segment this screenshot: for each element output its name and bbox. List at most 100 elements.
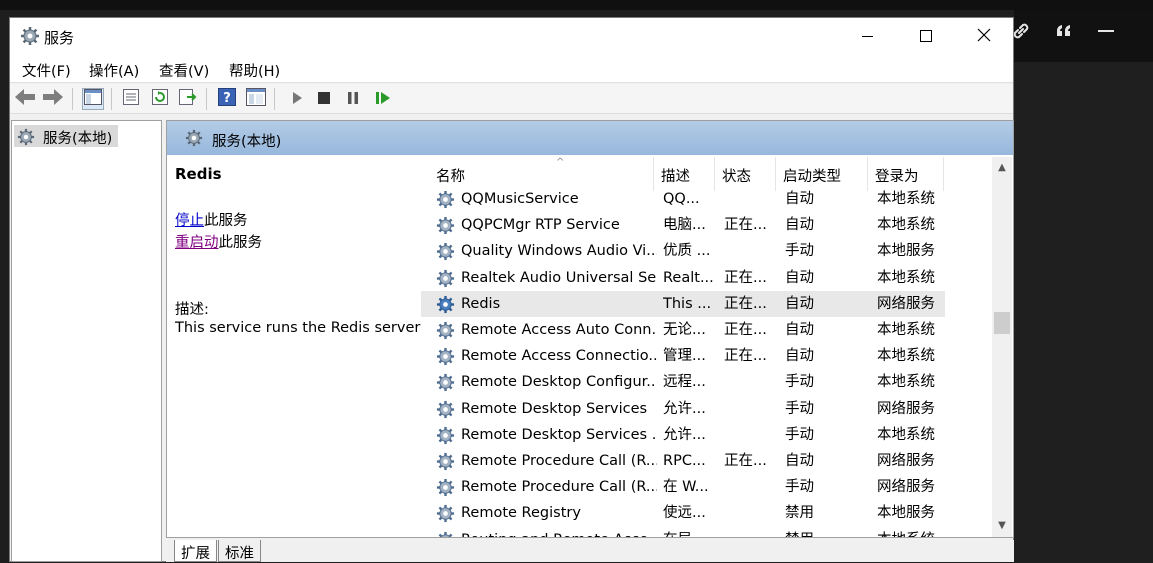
close-button[interactable]	[955, 18, 1013, 54]
refresh-button[interactable]	[149, 88, 171, 110]
cell-description: RPC...	[663, 453, 706, 469]
cell-description: Realt...	[663, 269, 714, 286]
tab-extended[interactable]: 扩展	[174, 540, 217, 562]
cell-name: QQMusicService	[461, 191, 579, 207]
cell-startup-type: 手动	[785, 374, 814, 391]
cell-name: Remote Procedure Call (R...	[461, 479, 657, 496]
cell-name: Remote Procedure Call (R...	[461, 453, 657, 469]
cell-status	[724, 238, 774, 264]
service-row[interactable]: Realtek Audio Universal Se... Realt... 正在.…	[421, 265, 945, 291]
menu-view[interactable]: 查看(V)	[159, 60, 209, 81]
view-button[interactable]	[245, 88, 267, 110]
scroll-up-icon[interactable]: ▲	[992, 159, 1012, 177]
cell-status: 正在...	[724, 348, 767, 365]
menu-help[interactable]: 帮助(H)	[229, 60, 280, 81]
maximize-icon	[920, 27, 932, 46]
restart-service-action: 重启动此服务	[175, 231, 262, 252]
toolbar-separator	[72, 88, 73, 110]
cell-name: Routing and Remote Acce...	[461, 527, 657, 537]
pause-button[interactable]	[342, 88, 364, 110]
cell-logon-as: 网络服务	[877, 453, 935, 469]
gear-icon	[185, 129, 203, 147]
service-row[interactable]: Redis This ... 正在... 自动 网络服务	[421, 290, 945, 317]
cell-status	[724, 396, 774, 422]
view-tabs: 扩展 标准	[166, 540, 1014, 562]
cell-logon-as: 网络服务	[877, 479, 935, 496]
gear-icon	[436, 269, 455, 288]
gear-icon	[436, 216, 455, 235]
tab-standard[interactable]: 标准	[218, 540, 261, 562]
service-row[interactable]: Remote Procedure Call (R... RPC... 正在... 自动…	[421, 448, 945, 474]
export-list-button[interactable]	[177, 88, 199, 110]
show-hide-tree-button[interactable]	[82, 88, 104, 110]
cell-name: Remote Desktop Configur...	[461, 374, 657, 391]
cell-startup-type: 自动	[785, 295, 814, 312]
refresh-icon	[151, 88, 169, 110]
start-icon	[290, 90, 304, 109]
services-window: 服务 文件(F) 操作(A) 查看(V) 帮助(H) ? 服务(本地) 服务(本…	[9, 17, 1014, 562]
maximize-button[interactable]	[897, 18, 955, 54]
service-row[interactable]: QQPCMgr RTP Service 电脑... 正在... 自动 本地系统	[421, 212, 945, 238]
properties-button[interactable]	[120, 88, 142, 110]
restart-link[interactable]: 重启动	[175, 235, 219, 251]
back-arrow-icon	[14, 88, 36, 110]
tree-item-services-local[interactable]: 服务(本地)	[14, 125, 118, 147]
cell-status	[724, 474, 774, 500]
service-row[interactable]: Remote Registry 使远... 禁用 本地服务	[421, 500, 945, 526]
cell-status	[724, 422, 774, 448]
gear-icon	[436, 347, 455, 366]
description-text: This service runs the Redis server	[175, 320, 421, 336]
gear-icon	[436, 190, 455, 209]
gear-icon	[436, 242, 455, 261]
help-button[interactable]: ?	[216, 88, 238, 110]
column-header-label: 名称	[436, 169, 465, 185]
cell-description: QQ...	[663, 191, 700, 207]
toolbar: ?	[10, 84, 1013, 114]
cell-name: Redis	[461, 295, 501, 312]
title-bar[interactable]: 服务	[10, 18, 1013, 55]
cell-name: QQPCMgr RTP Service	[461, 217, 620, 234]
cell-status: 正在...	[724, 453, 767, 469]
cell-logon-as: 本地系统	[877, 322, 935, 338]
service-row[interactable]: QQMusicService QQ... 自动 本地系统	[421, 186, 945, 212]
service-row[interactable]: Routing and Remote Acce... 在局... 禁用 本地系统	[421, 527, 945, 537]
cell-name: Realtek Audio Universal Se...	[461, 269, 657, 286]
start-button[interactable]	[286, 88, 308, 110]
gear-icon	[436, 504, 455, 523]
vertical-scrollbar[interactable]: ▲ ▼	[992, 157, 1012, 537]
main-header-title: 服务(本地)	[212, 134, 282, 150]
toolbar-separator	[206, 88, 207, 110]
minus-icon[interactable]	[1096, 20, 1118, 50]
scroll-thumb[interactable]	[994, 312, 1010, 334]
quote-icon[interactable]	[1053, 20, 1075, 50]
service-row[interactable]: Remote Desktop Configur... 远程... 手动 本地系统	[421, 369, 945, 395]
cell-description: 远程...	[663, 374, 706, 391]
stop-icon	[317, 90, 331, 109]
cell-name: Quality Windows Audio Vi...	[461, 243, 657, 260]
background-panel	[1014, 10, 1153, 562]
menu-action[interactable]: 操作(A)	[89, 60, 139, 81]
service-row[interactable]: Remote Access Auto Conn... 无论... 正在... 自动 本地…	[421, 317, 945, 343]
properties-icon	[122, 88, 140, 110]
show-hide-tree-icon	[84, 89, 102, 109]
menu-file[interactable]: 文件(F)	[22, 60, 71, 81]
scroll-down-icon[interactable]: ▼	[992, 517, 1012, 535]
back-button[interactable]	[14, 88, 36, 110]
cell-startup-type: 禁用	[785, 527, 865, 537]
service-row[interactable]: Remote Desktop Services 允许... 手动 网络服务	[421, 396, 945, 422]
service-row[interactable]: Quality Windows Audio Vi... 优质 ... 手动 本地服务	[421, 238, 945, 264]
cell-logon-as: 本地服务	[877, 505, 935, 522]
resume-button[interactable]	[372, 88, 394, 110]
external-toolbar	[1014, 10, 1153, 62]
cell-startup-type: 自动	[785, 269, 814, 286]
minimize-button[interactable]	[839, 18, 897, 54]
service-row[interactable]: Remote Procedure Call (R... 在 W... 手动 网络服务	[421, 474, 945, 500]
stop-link[interactable]: 停止	[175, 213, 204, 229]
stop-button[interactable]	[313, 88, 335, 110]
service-row[interactable]: Remote Access Connectio... 管理... 正在... 自动 本地…	[421, 343, 945, 369]
forward-button[interactable]	[42, 88, 64, 110]
cell-startup-type: 手动	[785, 426, 814, 443]
service-row[interactable]: Remote Desktop Services ... 允许... 手动 本地系统	[421, 422, 945, 448]
toolbar-separator	[274, 88, 275, 110]
cell-logon-as: 网络服务	[877, 400, 935, 417]
